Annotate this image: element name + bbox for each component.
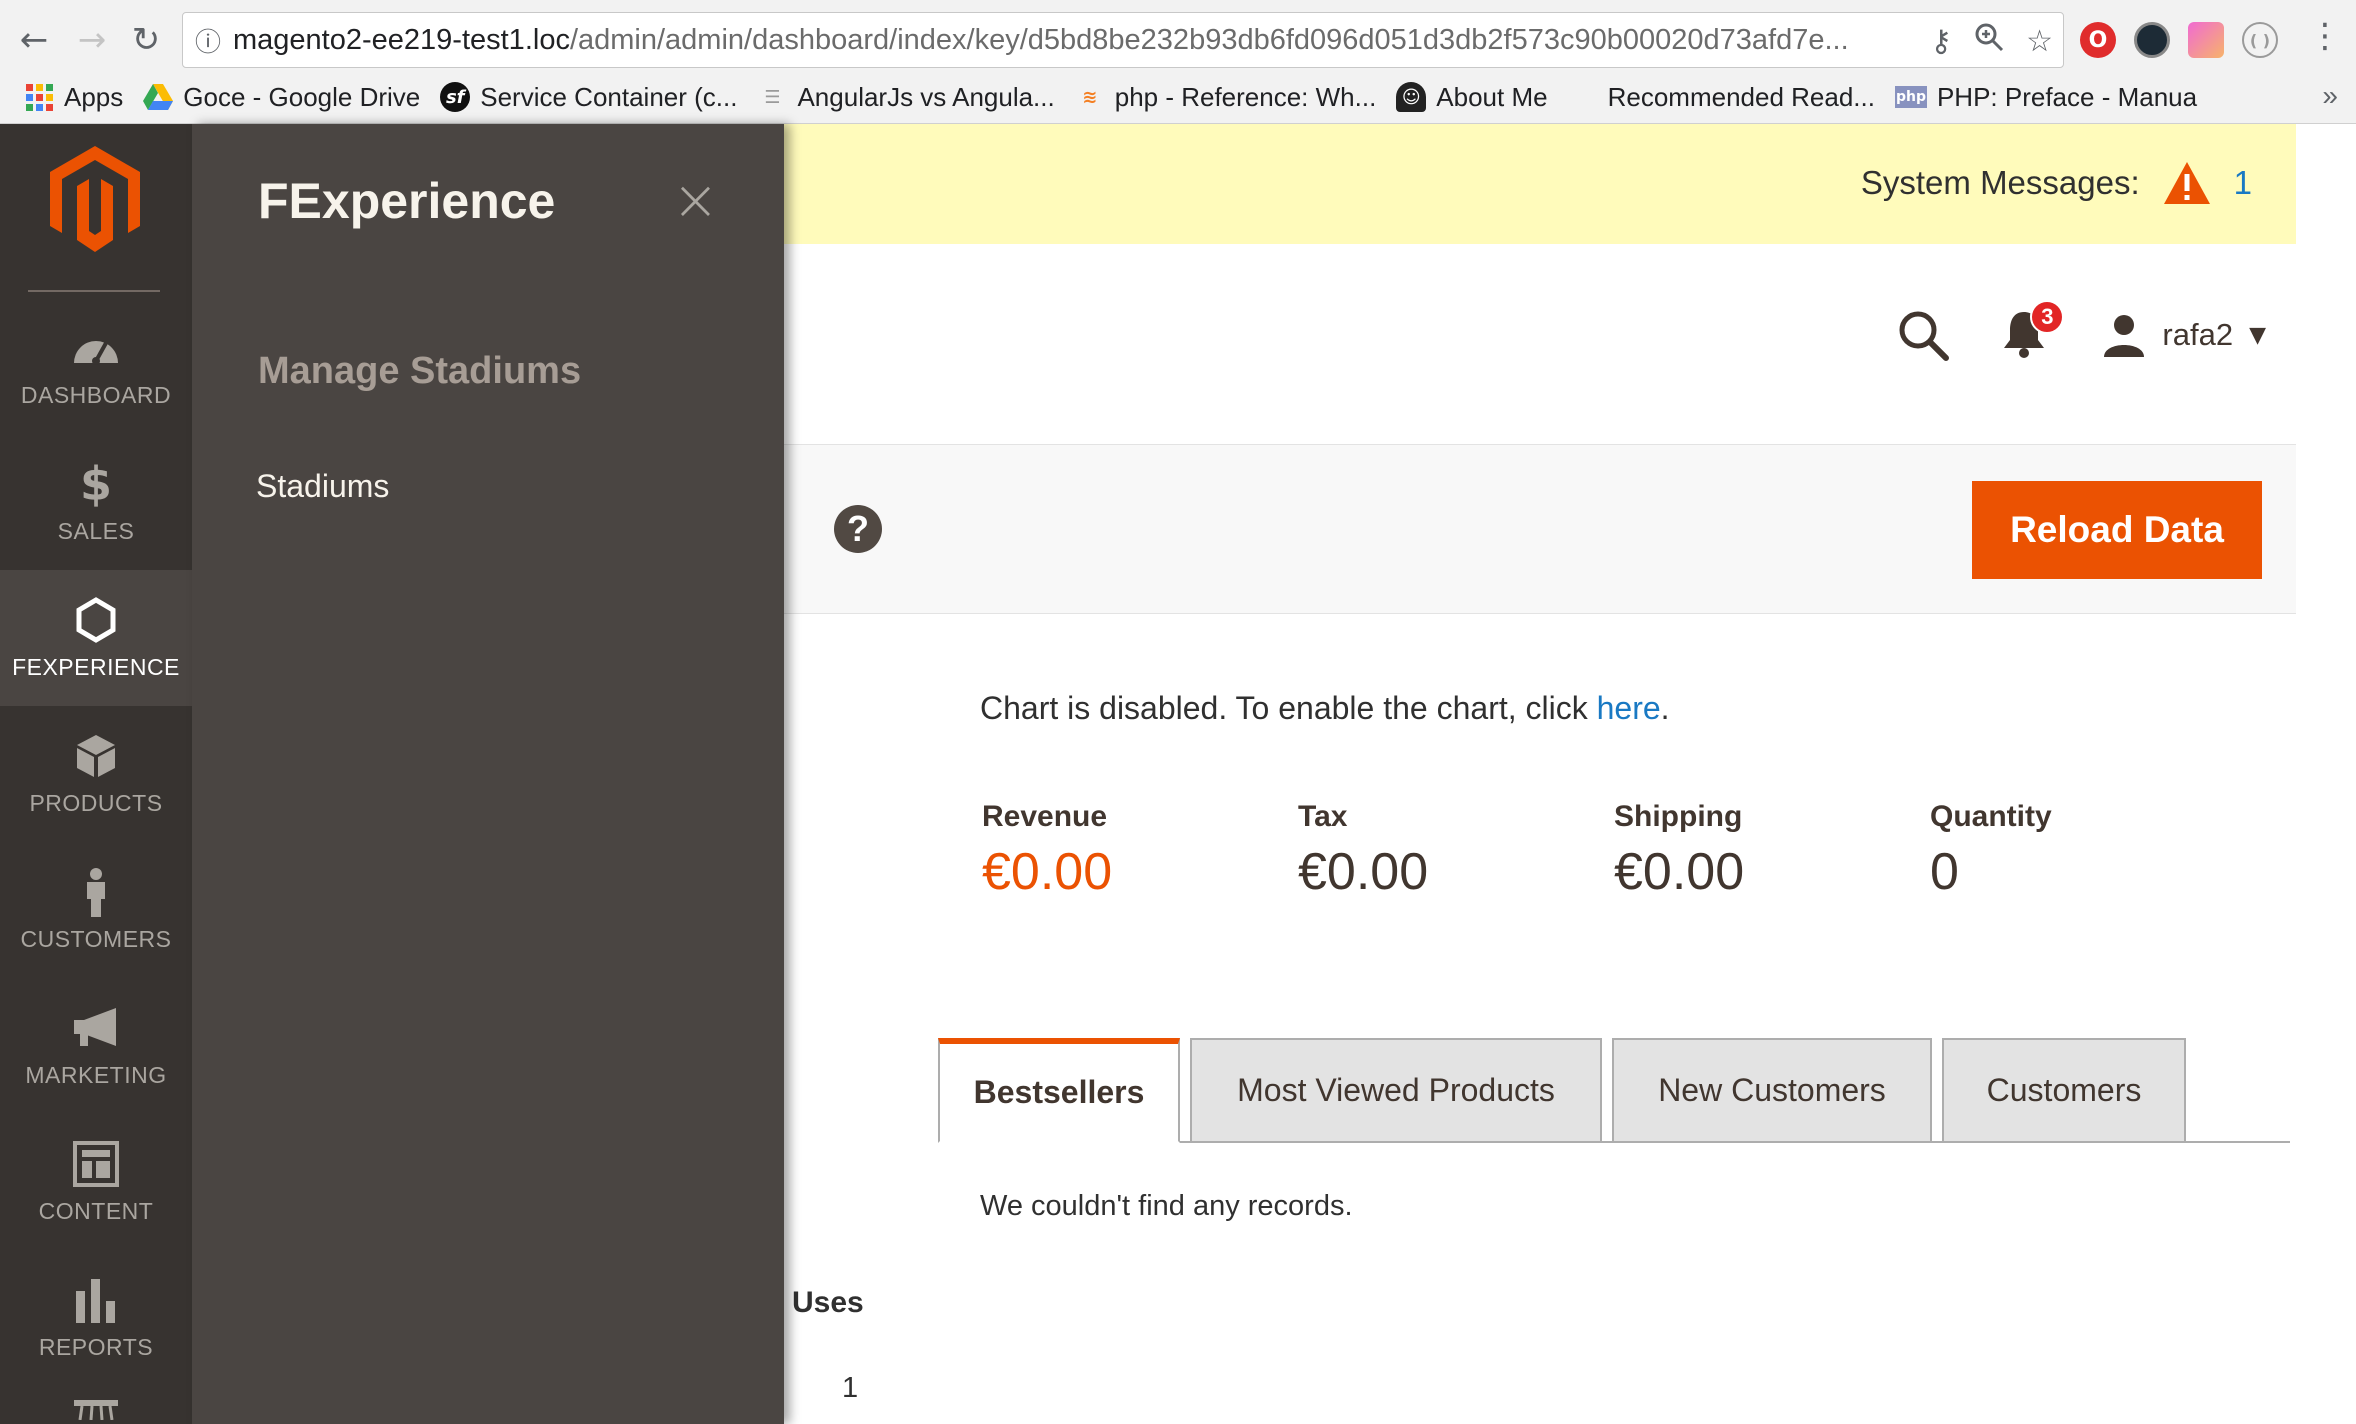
google-drive-icon (143, 82, 174, 112)
page-actions-bar: ? Reload Data (784, 444, 2296, 614)
system-messages-label: System Messages: (1860, 164, 2140, 201)
menu-item-fexperience[interactable]: FEXPERIENCE (0, 570, 192, 706)
key-icon[interactable]: ⚷ (1930, 24, 1952, 59)
browser-menu-icon[interactable]: ⋮ (2308, 16, 2342, 56)
tab-new-customers[interactable]: New Customers (1612, 1038, 1932, 1143)
bookmark-apps[interactable]: Apps (24, 82, 123, 113)
megaphone-icon (72, 1004, 120, 1052)
dollar-icon: $ (79, 456, 112, 511)
store-icon (72, 1386, 120, 1424)
submenu-link-stadiums[interactable]: Stadiums (256, 468, 389, 505)
site-info-icon[interactable]: ⓘ (183, 22, 233, 59)
chart-disabled-note: Chart is disabled. To enable the chart, … (980, 690, 1670, 726)
warning-icon[interactable] (2162, 160, 2212, 206)
blank-icon (1568, 82, 1598, 112)
uses-column-header: Uses (792, 1286, 864, 1319)
bookmark-php-reference[interactable]: ≋ php - Reference: Wh... (1075, 82, 1376, 113)
bar-chart-icon (74, 1276, 118, 1324)
submenu-title: FExperience (258, 173, 556, 229)
admin-page: DASHBOARD $ SALES FEXPERIENCE PRODUCTS C… (0, 124, 2356, 1424)
reload-icon[interactable]: ↻ (120, 14, 172, 66)
help-icon[interactable]: ? (834, 505, 882, 553)
opera-extension-icon[interactable]: O (2080, 22, 2116, 58)
dashboard-icon (72, 324, 120, 372)
tab-most-viewed-products[interactable]: Most Viewed Products (1190, 1038, 1602, 1143)
bookmark-star-icon[interactable]: ☆ (2026, 24, 2053, 59)
camera-extension-icon[interactable] (2134, 22, 2170, 58)
bookmarks-overflow-icon[interactable]: » (2322, 80, 2338, 112)
php-icon: php (1894, 86, 1927, 108)
bookmark-service-container[interactable]: sf Service Container (c... (440, 82, 737, 113)
total-tax: Tax €0.00 (1298, 800, 1429, 901)
tab-customers[interactable]: Customers (1942, 1038, 2186, 1143)
user-menu[interactable]: rafa2 ▼ (2102, 313, 2266, 357)
url-text[interactable]: magento2-ee219-test1.loc/admin/admin/das… (233, 24, 1933, 57)
system-messages-bar: System Messages: 1 (784, 124, 2296, 244)
apps-grid-icon (24, 82, 54, 112)
code-extension-icon[interactable]: ( ) (2242, 22, 2278, 58)
person-icon (81, 867, 111, 917)
admin-menu: DASHBOARD $ SALES FEXPERIENCE PRODUCTS C… (0, 124, 192, 1424)
menu-divider (28, 290, 160, 292)
back-icon[interactable]: ← (8, 14, 60, 66)
address-bar[interactable]: ⓘ magento2-ee219-test1.loc/admin/admin/d… (182, 12, 2064, 68)
dashboard-tabs: Bestsellers Most Viewed Products New Cus… (938, 1038, 2290, 1270)
browser-chrome: ← → ↻ ⓘ magento2-ee219-test1.loc/admin/a… (0, 0, 2356, 124)
bookmark-about-me[interactable]: ☺ About Me (1396, 82, 1548, 113)
user-avatar-icon (2104, 315, 2145, 357)
tab-bestsellers[interactable]: Bestsellers (938, 1038, 1180, 1143)
total-quantity: Quantity 0 (1930, 800, 2052, 901)
notifications-count-badge: 3 (2030, 300, 2065, 334)
cube-icon (75, 732, 117, 780)
bookmark-angularjs[interactable]: ☰ AngularJs vs Angula... (757, 82, 1054, 113)
color-extension-icon[interactable] (2188, 22, 2224, 58)
menu-item-content[interactable]: CONTENT (0, 1114, 192, 1250)
notifications-bell-icon[interactable]: 3 (2002, 300, 2065, 362)
menu-item-sales[interactable]: $ SALES (0, 434, 192, 570)
magento-logo[interactable] (50, 146, 140, 252)
menu-item-reports[interactable]: REPORTS (0, 1250, 192, 1386)
chevron-down-icon: ▼ (2249, 322, 2266, 348)
menu-item-marketing[interactable]: MARKETING (0, 978, 192, 1114)
bookmark-php-preface[interactable]: php PHP: Preface - Manua (1894, 82, 2197, 113)
stackoverflow-icon: ≋ (1082, 86, 1098, 108)
system-messages-count[interactable]: 1 (2234, 164, 2252, 202)
menu-item-dashboard[interactable]: DASHBOARD (0, 298, 192, 434)
avatar-icon: ☺ (1396, 82, 1427, 112)
bookmark-recommended[interactable]: Recommended Read... (1568, 82, 1875, 113)
submenu-section-manage-stadiums: Manage Stadiums (258, 350, 582, 392)
total-revenue: Revenue €0.00 (982, 800, 1113, 901)
menu-item-stores-partial[interactable] (0, 1386, 192, 1424)
search-icon[interactable] (1896, 308, 1950, 362)
uses-cell: 1 (842, 1372, 859, 1404)
enable-chart-link[interactable]: here (1597, 690, 1661, 726)
bookmarks-bar: Apps Goce - Google Drive sf Service Cont… (0, 76, 2356, 118)
menu-item-products[interactable]: PRODUCTS (0, 706, 192, 842)
close-icon[interactable]: × (672, 168, 719, 233)
empty-records-message: We couldn't find any records. (980, 1190, 1353, 1222)
layout-icon (73, 1140, 119, 1188)
reload-data-button[interactable]: Reload Data (1972, 481, 2262, 579)
document-icon: ☰ (764, 86, 781, 108)
total-shipping: Shipping €0.00 (1614, 800, 1745, 901)
dashboard-totals: Revenue €0.00 Tax €0.00 Shipping €0.00 Q… (982, 800, 2246, 902)
symfony-icon: sf (440, 82, 471, 112)
menu-item-customers[interactable]: CUSTOMERS (0, 842, 192, 978)
hexagon-icon (75, 596, 117, 644)
fexperience-submenu: FExperience × Manage Stadiums Stadiums (192, 124, 784, 1424)
bookmark-google-drive[interactable]: Goce - Google Drive (143, 82, 420, 113)
forward-icon[interactable]: → (66, 14, 118, 66)
username: rafa2 (2162, 317, 2234, 352)
zoom-icon[interactable] (1974, 22, 2004, 60)
